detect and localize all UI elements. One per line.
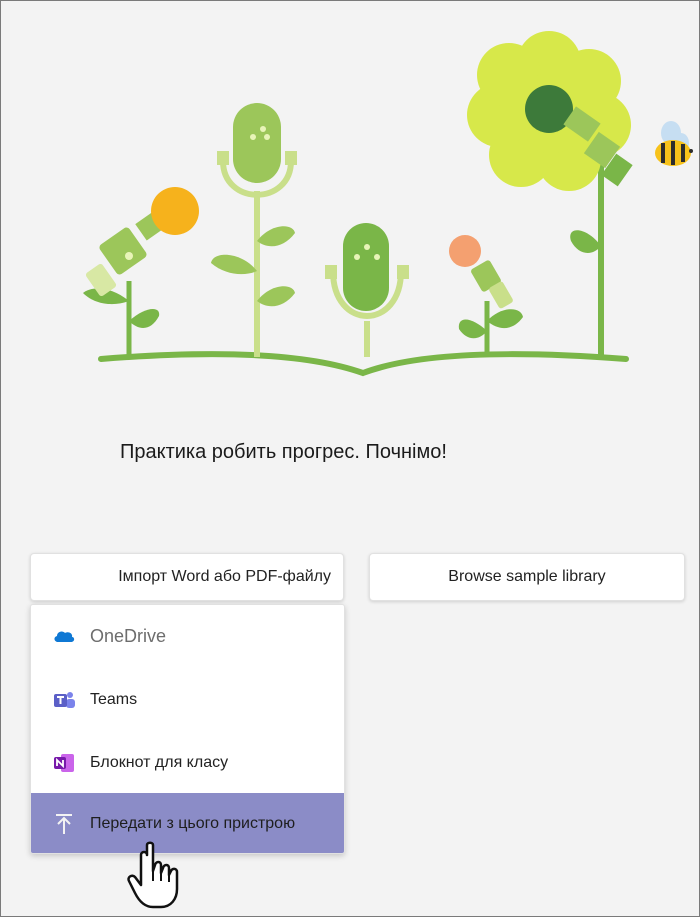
- import-word-pdf-button[interactable]: Імпорт Word або PDF-файлу: [30, 553, 344, 601]
- plant-center-mic: [325, 223, 409, 357]
- menu-item-onedrive[interactable]: OneDrive: [31, 605, 344, 667]
- upload-icon: [53, 813, 75, 835]
- menu-item-label: Блокнот для класу: [90, 754, 229, 771]
- menu-item-class-notebook[interactable]: Блокнот для класу: [31, 732, 344, 794]
- plant-yellow-flower: [467, 31, 633, 357]
- menu-item-upload-from-device[interactable]: Передати з цього пристрою: [31, 793, 344, 853]
- menu-item-label: Teams: [90, 691, 138, 708]
- book-base: [98, 351, 629, 377]
- bee-illustration: [655, 121, 693, 166]
- menu-item-label: OneDrive: [90, 625, 167, 646]
- onenote-icon: [53, 752, 75, 774]
- hand-cursor-icon: [127, 841, 179, 909]
- import-source-menu: OneDrive Teams Блокнот для класу Передат…: [30, 604, 345, 854]
- tagline: Практика робить прогрес. Почнімо!: [120, 441, 447, 463]
- menu-item-teams[interactable]: Teams: [31, 669, 344, 731]
- app-frame: Практика робить прогрес. Почнімо! Імпорт…: [0, 0, 700, 917]
- menu-item-label: Передати з цього пристрою: [90, 815, 296, 832]
- hero-illustration: [83, 31, 693, 377]
- onedrive-icon: [53, 625, 75, 647]
- plant-orange-mic: [83, 187, 199, 357]
- browse-sample-library-button[interactable]: Browse sample library: [369, 553, 685, 601]
- plant-peach-mic: [449, 235, 523, 357]
- teams-icon: [53, 689, 75, 711]
- plant-tall-green-mic: [211, 103, 297, 357]
